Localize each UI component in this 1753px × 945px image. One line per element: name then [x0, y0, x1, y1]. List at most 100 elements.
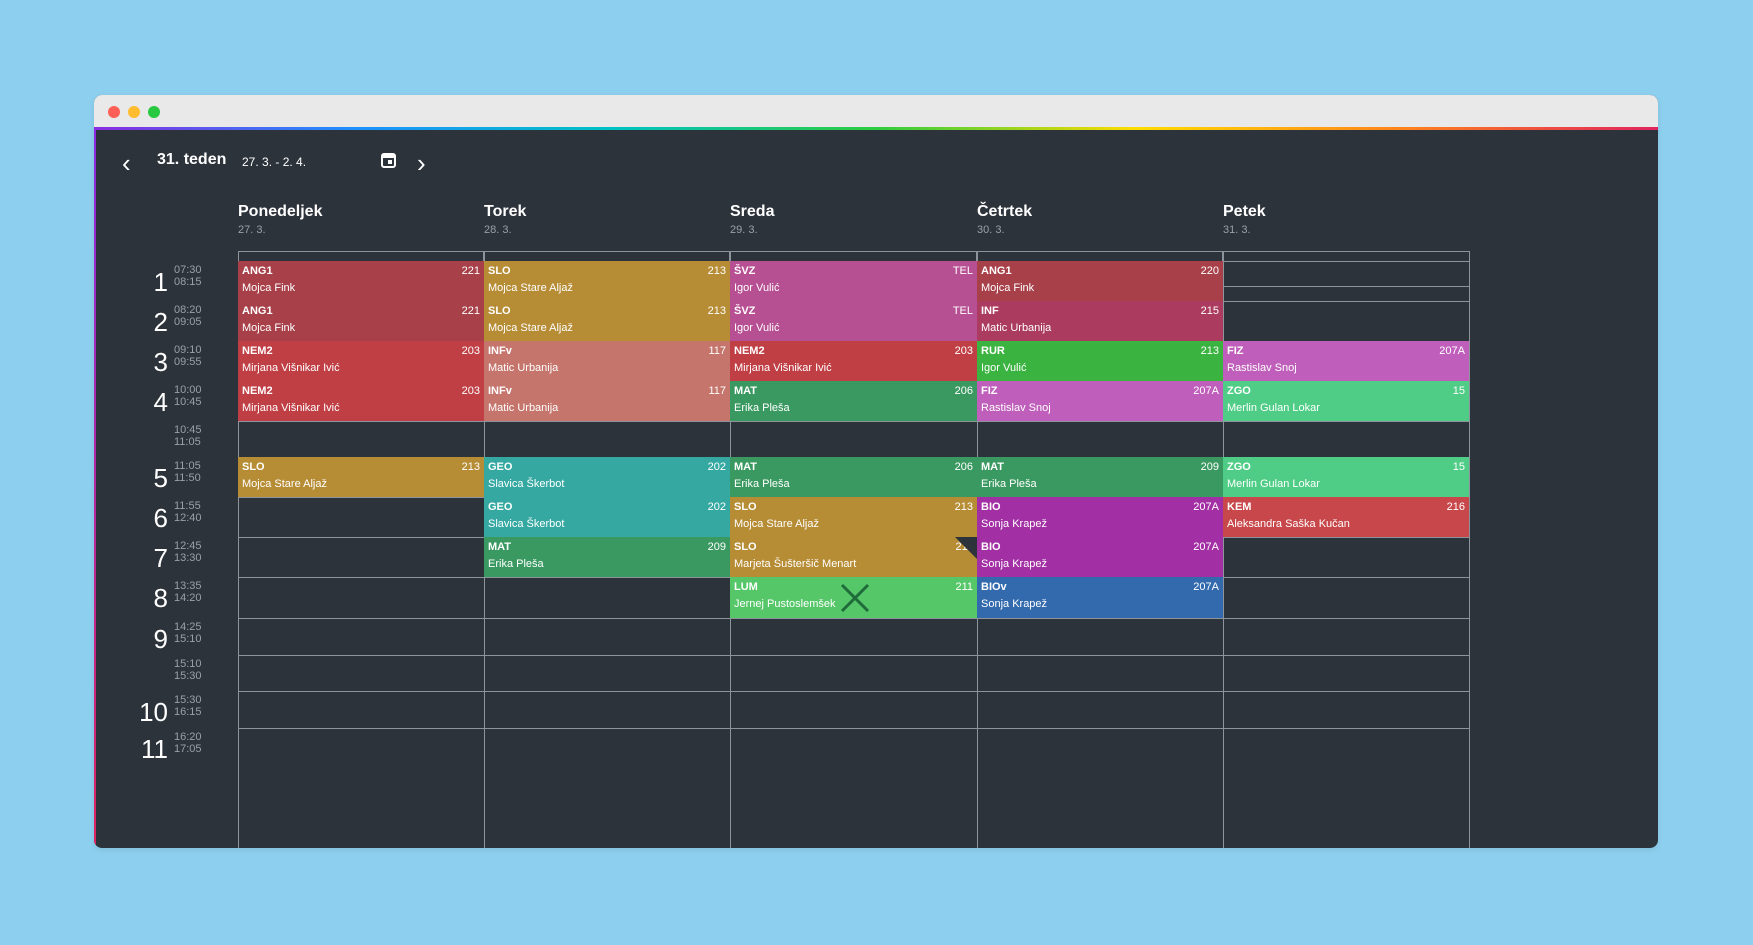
lesson-subject: SLO — [488, 305, 511, 317]
lesson-teacher: Erika Pleša — [488, 558, 544, 570]
lesson-block[interactable]: BIOv 207A Sonja Krapež — [977, 577, 1223, 618]
lesson-block[interactable]: MAT 206 Erika Pleša — [730, 381, 977, 421]
next-week-chevron-icon[interactable]: › — [417, 150, 426, 176]
day-header: Torek 28. 3. — [484, 202, 724, 236]
lesson-teacher: Rastislav Snoj — [1227, 362, 1297, 374]
period-number: 11 — [141, 734, 168, 764]
period-time: 12:45 13:30 — [174, 540, 202, 564]
period-time: 10:00 10:45 — [174, 384, 202, 408]
prev-week-chevron-icon[interactable]: ‹ — [122, 150, 131, 176]
lesson-subject: BIO — [981, 541, 1001, 553]
lesson-teacher: Erika Pleša — [981, 478, 1037, 490]
lesson-room: TEL — [952, 265, 973, 277]
substitution-corner-icon — [955, 537, 977, 559]
lesson-subject: SLO — [242, 461, 265, 473]
lesson-subject: ANG1 — [981, 265, 1012, 277]
lesson-teacher: Mojca Fink — [981, 282, 1035, 294]
lesson-block[interactable]: SLO 213 Mojca Stare Aljaž — [484, 301, 730, 341]
lesson-block[interactable]: SLO 211 Marjeta Šušteršič Menart — [730, 537, 977, 577]
lesson-room: 207A — [1439, 345, 1465, 357]
lesson-subject: MAT — [734, 385, 758, 397]
period-time: 11:05 11:50 — [174, 460, 201, 484]
lesson-block[interactable]: SLO 213 Mojca Stare Aljaž — [730, 497, 977, 537]
maximize-window-button[interactable] — [148, 106, 160, 118]
minimize-window-button[interactable] — [128, 106, 140, 118]
lesson-teacher: Slavica Škerbot — [488, 518, 565, 530]
lesson-room: 220 — [1200, 265, 1219, 277]
lesson-room: TEL — [952, 305, 973, 317]
lesson-block[interactable]: SLO 213 Mojca Stare Aljaž — [484, 261, 730, 301]
day-name: Ponedeljek — [238, 203, 323, 220]
lesson-teacher: Mojca Stare Aljaž — [734, 518, 819, 530]
lesson-subject: BIOv — [981, 581, 1007, 593]
lesson-subject: SLO — [734, 501, 757, 513]
period-time: 09:10 09:55 — [174, 344, 202, 368]
close-window-button[interactable] — [108, 106, 120, 118]
lesson-block[interactable]: LUM 211 Jernej Pustoslemšek — [730, 577, 977, 618]
lesson-subject: MAT — [981, 461, 1005, 473]
lesson-room: 207A — [1193, 581, 1219, 593]
lesson-block[interactable]: SLO 213 Mojca Stare Aljaž — [238, 457, 484, 497]
lesson-teacher: Merlin Gulan Lokar — [1227, 402, 1320, 414]
lesson-room: 203 — [461, 345, 480, 357]
lesson-block[interactable]: GEO 202 Slavica Škerbot — [484, 497, 730, 537]
lesson-block[interactable]: BIO 207A Sonja Krapež — [977, 537, 1223, 577]
period-number: 7 — [153, 543, 168, 573]
lesson-teacher: Matic Urbanija — [488, 402, 559, 414]
lesson-room: 221 — [461, 305, 480, 317]
lesson-teacher: Sonja Krapež — [981, 598, 1048, 610]
lesson-block[interactable]: BIO 207A Sonja Krapež — [977, 497, 1223, 537]
lesson-room: 207A — [1193, 541, 1219, 553]
lesson-block[interactable]: ZGO 15 Merlin Gulan Lokar — [1223, 457, 1469, 497]
lesson-room: 207A — [1193, 501, 1219, 513]
lesson-subject: INF — [981, 305, 999, 317]
lesson-block[interactable]: GEO 202 Slavica Škerbot — [484, 457, 730, 497]
day-date: 28. 3. — [484, 224, 512, 236]
period-time: 10:45 11:05 — [174, 424, 202, 448]
lesson-subject: NEM2 — [734, 345, 765, 357]
lesson-subject: ZGO — [1227, 461, 1251, 473]
period-time: 11:55 12:40 — [174, 500, 202, 524]
lesson-room: 209 — [707, 541, 726, 553]
period-number: 5 — [153, 463, 168, 493]
day-name: Petek — [1223, 203, 1266, 220]
lesson-block[interactable]: RUR 213 Igor Vulić — [977, 341, 1223, 381]
lesson-teacher: Mirjana Višnikar Ivić — [242, 402, 340, 414]
period-time: 08:20 09:05 — [174, 304, 202, 328]
lesson-block[interactable]: ŠVZ TEL Igor Vulić — [730, 301, 977, 341]
lesson-room: 207A — [1193, 385, 1219, 397]
lesson-block[interactable]: ANG1 221 Mojca Fink — [238, 301, 484, 341]
lesson-block[interactable]: ŠVZ TEL Igor Vulić — [730, 261, 977, 301]
lesson-block[interactable]: ZGO 15 Merlin Gulan Lokar — [1223, 381, 1469, 421]
lesson-block[interactable]: MAT 209 Erika Pleša — [484, 537, 730, 577]
lesson-block[interactable]: INF 215 Matic Urbanija — [977, 301, 1223, 341]
lesson-room: 216 — [1446, 501, 1465, 513]
lesson-block[interactable]: NEM2 203 Mirjana Višnikar Ivić — [238, 341, 484, 381]
all-day-cell[interactable] — [1223, 251, 1470, 287]
lesson-block[interactable]: ANG1 221 Mojca Fink — [238, 261, 484, 301]
lesson-teacher: Mirjana Višnikar Ivić — [734, 362, 832, 374]
lesson-room: 202 — [707, 501, 726, 513]
lesson-teacher: Slavica Škerbot — [488, 478, 565, 490]
lesson-room: 215 — [1200, 305, 1219, 317]
calendar-icon[interactable] — [381, 153, 396, 168]
lesson-subject: INFv — [488, 385, 512, 397]
lesson-block[interactable]: ANG1 220 Mojca Fink — [977, 261, 1223, 301]
period-time: 16:20 17:05 — [174, 731, 202, 755]
lesson-room: 213 — [1200, 345, 1219, 357]
lesson-block[interactable]: MAT 209 Erika Pleša — [977, 457, 1223, 497]
lesson-block[interactable]: FIZ 207A Rastislav Snoj — [1223, 341, 1469, 381]
week-title: 31. teden — [157, 151, 227, 168]
lesson-block[interactable]: NEM2 203 Mirjana Višnikar Ivić — [730, 341, 977, 381]
lesson-block[interactable]: INFv 117 Matic Urbanija — [484, 381, 730, 421]
lesson-block[interactable]: NEM2 203 Mirjana Višnikar Ivić — [238, 381, 484, 421]
lesson-teacher: Erika Pleša — [734, 478, 790, 490]
lesson-block[interactable]: KEM 216 Aleksandra Saška Kučan — [1223, 497, 1469, 537]
lesson-room: 117 — [708, 345, 726, 357]
lesson-block[interactable]: FIZ 207A Rastislav Snoj — [977, 381, 1223, 421]
lesson-block[interactable]: INFv 117 Matic Urbanija — [484, 341, 730, 381]
lesson-room: 206 — [954, 461, 973, 473]
lesson-block[interactable]: MAT 206 Erika Pleša — [730, 457, 977, 497]
lesson-subject: INFv — [488, 345, 512, 357]
lesson-room: 209 — [1200, 461, 1219, 473]
